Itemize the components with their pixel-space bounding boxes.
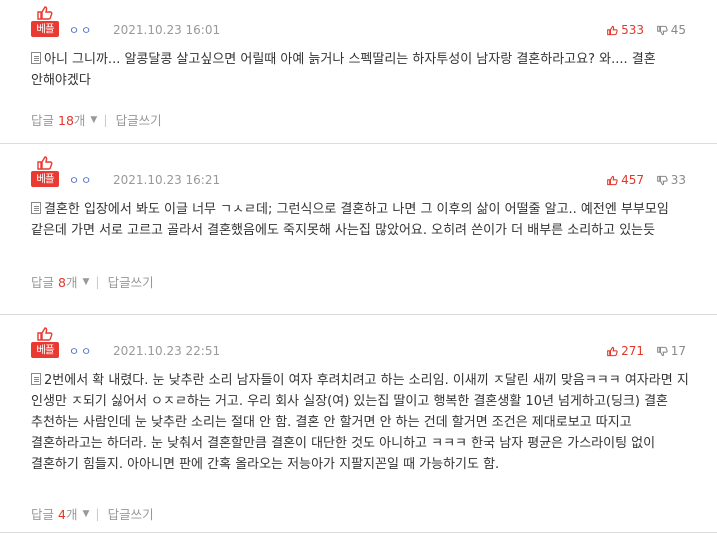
reply-count: 4 bbox=[58, 507, 66, 522]
thumbs-up-icon bbox=[607, 25, 618, 35]
like-count: 533 bbox=[621, 23, 644, 37]
comment-item: 베플 ㅇㅇ 2021.10.23 16:01 533 45 아니 그니까... … bbox=[0, 0, 717, 144]
like-count: 457 bbox=[621, 173, 644, 187]
comment-meta: 베플 ㅇㅇ 2021.10.23 16:21 457 33 bbox=[31, 156, 717, 189]
dislike-button[interactable]: 33 bbox=[656, 171, 686, 189]
comment-meta: 베플 ㅇㅇ 2021.10.23 22:51 271 17 bbox=[31, 327, 717, 360]
divider: | bbox=[103, 112, 108, 127]
reply-bar: 답글 18개 ▼ | 답글쓰기 bbox=[31, 110, 162, 129]
divider: | bbox=[95, 506, 100, 521]
best-label: 베플 bbox=[31, 21, 59, 37]
reply-count: 18 bbox=[58, 113, 74, 128]
like-count: 271 bbox=[621, 344, 644, 358]
write-reply-link[interactable]: 답글쓰기 bbox=[108, 272, 154, 291]
best-comment-badge: 베플 bbox=[31, 6, 59, 39]
document-icon bbox=[31, 373, 41, 385]
comment-body: 2번에서 확 내렸다. 눈 낮추란 소리 남자들이 여자 후려치려고 하는 소리… bbox=[31, 370, 717, 475]
caret-down-icon[interactable]: ▼ bbox=[90, 115, 97, 125]
like-button[interactable]: 457 bbox=[607, 171, 644, 189]
comment-text: 아니 그니까... 알콩달콩 살고싶으면 어릴때 아예 늙거나 스펙딸리는 하자… bbox=[31, 52, 656, 88]
caret-down-icon[interactable]: ▼ bbox=[82, 509, 89, 519]
comment-date: 2021.10.23 16:01 bbox=[113, 23, 221, 37]
document-icon bbox=[31, 52, 41, 64]
thumbs-up-icon bbox=[607, 175, 618, 185]
document-icon bbox=[31, 202, 41, 214]
dislike-count: 17 bbox=[670, 344, 686, 358]
comment-body: 아니 그니까... 알콩달콩 살고싶으면 어릴때 아예 늙거나 스펙딸리는 하자… bbox=[31, 49, 717, 91]
thumbs-up-icon bbox=[37, 6, 53, 20]
comment-date: 2021.10.23 22:51 bbox=[113, 344, 221, 358]
like-button[interactable]: 533 bbox=[607, 21, 644, 39]
best-comment-badge: 베플 bbox=[31, 156, 59, 189]
author-name[interactable]: ㅇㅇ bbox=[69, 172, 93, 188]
best-comment-badge: 베플 bbox=[31, 327, 59, 360]
write-reply-link[interactable]: 답글쓰기 bbox=[108, 504, 154, 523]
divider: | bbox=[95, 274, 100, 289]
best-label: 베플 bbox=[31, 342, 59, 358]
thumbs-up-icon bbox=[607, 346, 618, 356]
thumbs-down-icon bbox=[656, 346, 668, 356]
reply-toggle[interactable]: 답글 8개 bbox=[31, 272, 77, 291]
dislike-button[interactable]: 17 bbox=[656, 342, 686, 360]
like-button[interactable]: 271 bbox=[607, 342, 644, 360]
comment-body: 결혼한 입장에서 봐도 이글 너무 ㄱㅅㄹ데; 그런식으로 결혼하고 나면 그 … bbox=[31, 199, 717, 241]
author-name[interactable]: ㅇㅇ bbox=[69, 22, 93, 38]
comment-text: 2번에서 확 내렸다. 눈 낮추란 소리 남자들이 여자 후려치려고 하는 소리… bbox=[31, 373, 689, 472]
thumbs-up-icon bbox=[37, 327, 53, 341]
write-reply-link[interactable]: 답글쓰기 bbox=[116, 110, 162, 129]
reply-toggle[interactable]: 답글 18개 bbox=[31, 110, 85, 129]
comment-item: 베플 ㅇㅇ 2021.10.23 16:21 457 33 결혼한 입장에서 봐… bbox=[0, 144, 717, 315]
reply-bar: 답글 8개 ▼ | 답글쓰기 bbox=[31, 272, 154, 291]
reply-bar: 답글 4개 ▼ | 답글쓰기 bbox=[31, 504, 154, 523]
reply-toggle[interactable]: 답글 4개 bbox=[31, 504, 77, 523]
thumbs-down-icon bbox=[656, 25, 668, 35]
comment-meta: 베플 ㅇㅇ 2021.10.23 16:01 533 45 bbox=[31, 6, 717, 39]
reply-count: 8 bbox=[58, 275, 66, 290]
thumbs-up-icon bbox=[37, 156, 53, 170]
author-name[interactable]: ㅇㅇ bbox=[69, 343, 93, 359]
comment-list: 베플 ㅇㅇ 2021.10.23 16:01 533 45 아니 그니까... … bbox=[0, 0, 717, 533]
thumbs-down-icon bbox=[656, 175, 668, 185]
dislike-count: 45 bbox=[670, 23, 686, 37]
comment-date: 2021.10.23 16:21 bbox=[113, 173, 221, 187]
dislike-count: 33 bbox=[670, 173, 686, 187]
dislike-button[interactable]: 45 bbox=[656, 21, 686, 39]
comment-text: 결혼한 입장에서 봐도 이글 너무 ㄱㅅㄹ데; 그런식으로 결혼하고 나면 그 … bbox=[31, 202, 669, 238]
comment-item: 베플 ㅇㅇ 2021.10.23 22:51 271 17 2번에서 확 내렸다… bbox=[0, 315, 717, 533]
best-label: 베플 bbox=[31, 171, 59, 187]
caret-down-icon[interactable]: ▼ bbox=[82, 277, 89, 287]
